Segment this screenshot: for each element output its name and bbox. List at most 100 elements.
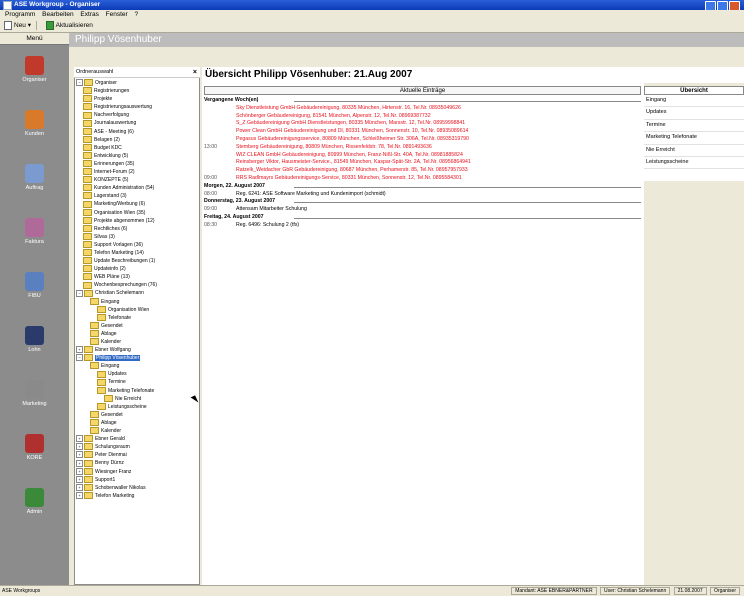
tree-node[interactable]: + Support1 xyxy=(76,475,198,484)
rail-item[interactable]: Auftrag xyxy=(0,164,69,207)
new-button[interactable]: Neu ▾ xyxy=(4,20,31,32)
tree-node[interactable]: Leistungsscheine xyxy=(76,402,198,411)
entry-row[interactable]: 09:00 Attensam Mitarbeiter Schulung xyxy=(204,206,641,214)
tree-node[interactable]: Wochenbesprechungen (76) xyxy=(76,281,198,289)
tree-node[interactable]: Termine xyxy=(76,378,198,386)
tree-node[interactable]: Kalender xyxy=(76,427,198,435)
menu-extras[interactable]: Extras xyxy=(80,11,98,18)
entry-row[interactable]: S_Z Gebäudereinigung GmbH Dienstleistung… xyxy=(204,120,641,128)
rail-item[interactable]: Faktura xyxy=(0,218,69,261)
entry-row[interactable]: Pegasus Gebäudereinigungsservice, 80809 … xyxy=(204,136,641,144)
tree-node[interactable]: Projekte xyxy=(76,95,198,103)
expand-toggle-icon[interactable]: + xyxy=(76,346,83,354)
tree-node[interactable]: Eingang xyxy=(76,362,198,370)
tree-node[interactable]: Silvas (3) xyxy=(76,232,198,241)
tree-node[interactable]: + Peter Dienmai xyxy=(76,451,198,459)
expand-toggle-icon[interactable]: + xyxy=(76,451,83,459)
expand-toggle-icon[interactable]: − xyxy=(76,289,83,297)
tree-node[interactable]: Erinnerungen (35) xyxy=(76,160,198,168)
tree-node[interactable]: Registrierungsauswertung xyxy=(76,103,198,111)
tree-node[interactable]: − Organiser xyxy=(76,79,198,87)
tree-node[interactable]: Lagerstand (3) xyxy=(76,192,198,200)
tree-node[interactable]: Budget KDC xyxy=(76,143,198,152)
tree-node[interactable]: WEB Pläne (13) xyxy=(76,273,198,281)
expand-toggle-icon[interactable]: + xyxy=(76,467,83,475)
tree-node[interactable]: Organisation Wien xyxy=(76,305,198,314)
rail-item[interactable]: Kunden xyxy=(0,110,69,153)
entry-row[interactable]: Ratzelk_Weidacher GbR Gebäudereinigung, … xyxy=(204,167,641,175)
tree-node[interactable]: Updateinfo (2) xyxy=(76,265,198,273)
tree-node[interactable]: Journalauswertung xyxy=(76,119,198,127)
overview-item[interactable]: Marketing Telefonate xyxy=(644,132,744,145)
expand-toggle-icon[interactable]: − xyxy=(76,354,83,362)
tree-node[interactable]: Update Beschreibungen (1) xyxy=(76,257,198,265)
tree-node[interactable]: + Benny Dürnz xyxy=(76,459,198,467)
tree-node[interactable]: Belagen (2) xyxy=(76,135,198,144)
rail-item[interactable]: Admin xyxy=(0,488,69,531)
tree-node[interactable]: Projekte abgenommen (12) xyxy=(76,216,198,225)
tree-node[interactable]: Telefonate xyxy=(76,313,198,322)
tree-node[interactable]: Organisation Wien (35) xyxy=(76,208,198,217)
menu-programm[interactable]: Programm xyxy=(5,11,35,18)
expand-toggle-icon[interactable]: + xyxy=(76,491,83,499)
menu-bearbeiten[interactable]: Bearbeiten xyxy=(42,11,73,18)
tree-node[interactable]: + Wiesinger Franz xyxy=(76,467,198,476)
entry-row[interactable]: Reinsberger Viktor, Hausmeister-Service.… xyxy=(204,159,641,167)
tree-node[interactable]: Internet-Forum (2) xyxy=(76,168,198,176)
tree-node[interactable]: Marketing Telefonate xyxy=(76,386,198,395)
entry-row[interactable]: 08:30 Reg. 6496: Schulung 2 (tfs) xyxy=(204,222,641,230)
tree-node[interactable]: Kalender xyxy=(76,338,198,346)
tree-node[interactable]: + Schulungsraum xyxy=(76,443,198,451)
entry-row[interactable]: 09:00 RRS Radlmayrs Gebäudereinigungs-Ser… xyxy=(204,175,641,183)
entry-row[interactable]: 13:00 Stemberg Gebäudereinigung, 80809 Mü… xyxy=(204,144,641,152)
tree-node[interactable]: KONZEPTE (5) xyxy=(76,176,198,184)
overview-item[interactable]: Nie Erreicht xyxy=(644,145,744,157)
rail-item[interactable]: Organiser xyxy=(0,56,69,99)
tree-node[interactable]: Eingang xyxy=(76,297,198,306)
overview-item[interactable]: Termine xyxy=(644,120,744,133)
tree-node[interactable]: Gesendet xyxy=(76,321,198,330)
entry-row[interactable]: 08:00 Reg. 6241: ASE Software Marketing u… xyxy=(204,191,641,199)
expand-toggle-icon[interactable]: − xyxy=(76,79,83,87)
rail-item[interactable]: Lohn xyxy=(0,326,69,369)
overview-item[interactable]: Eingang xyxy=(644,95,744,108)
expand-toggle-icon[interactable]: + xyxy=(76,483,83,491)
expand-toggle-icon[interactable]: + xyxy=(76,435,83,443)
overview-item[interactable]: Leistungsscheine xyxy=(644,157,744,170)
tree-node[interactable]: + Telefon Marketing xyxy=(76,491,198,500)
tree-node[interactable]: Ablage xyxy=(76,330,198,338)
tree-node[interactable]: Entwicklung (5) xyxy=(76,152,198,160)
tree-node[interactable]: Nachverfolgung xyxy=(76,111,198,119)
rail-item[interactable]: KORE xyxy=(0,434,69,477)
entry-row[interactable]: WIZ CLEAN GmbH Gebäudereinigung, 80999 M… xyxy=(204,152,641,160)
overview-item[interactable]: Updates xyxy=(644,107,744,120)
tree-node[interactable]: Updates xyxy=(76,370,198,378)
rail-item[interactable]: Marketing xyxy=(0,380,69,423)
tree-node[interactable]: Rechtliches (6) xyxy=(76,224,198,233)
rail-item[interactable]: FIBU xyxy=(0,272,69,315)
tree-node[interactable]: + Ebner Wolfgang xyxy=(76,346,198,354)
expand-toggle-icon[interactable]: + xyxy=(76,475,83,483)
tree-node[interactable]: Nie Erreicht xyxy=(76,394,198,403)
menu-fenster[interactable]: Fenster xyxy=(106,11,128,18)
entry-row[interactable]: Schönberger Gebäudereinigung, 81541 Münc… xyxy=(204,113,641,121)
tree-node[interactable]: Ablage xyxy=(76,419,198,427)
tree-node[interactable]: + Schobenwaller Nikolas xyxy=(76,483,198,492)
entries-column-header[interactable]: Aktuelle Einträge xyxy=(204,86,641,95)
tree-node[interactable]: − Christian Schelemann xyxy=(76,289,198,297)
tree-node[interactable]: Gesendet xyxy=(76,411,198,419)
tree-node[interactable]: Registrierungen xyxy=(76,87,198,95)
tree-node[interactable]: − Philipp Vösenhuber xyxy=(76,354,198,362)
menu-help[interactable]: ? xyxy=(135,11,139,18)
tree-node[interactable]: Marketing/Werbung (6) xyxy=(76,200,198,208)
tree-node[interactable]: Telefon Marketing (14) xyxy=(76,249,198,257)
entry-row[interactable]: Power Clean GmbH Gebäudereinigung und Dl… xyxy=(204,128,641,136)
tree-node[interactable]: Kunden Administration (54) xyxy=(76,184,198,192)
tree-node[interactable]: + Ebner Gerald xyxy=(76,435,198,443)
expand-toggle-icon[interactable]: + xyxy=(76,459,83,467)
expand-toggle-icon[interactable]: + xyxy=(76,443,83,451)
refresh-button[interactable]: Aktualisieren xyxy=(45,20,93,32)
tree-node[interactable]: Support Vorlagen (36) xyxy=(76,241,198,249)
tree-node[interactable]: ASE - Meeting (6) xyxy=(76,127,198,136)
entry-row[interactable]: Sky Dienstleistung GmbH Gebäudereinigung… xyxy=(204,105,641,113)
